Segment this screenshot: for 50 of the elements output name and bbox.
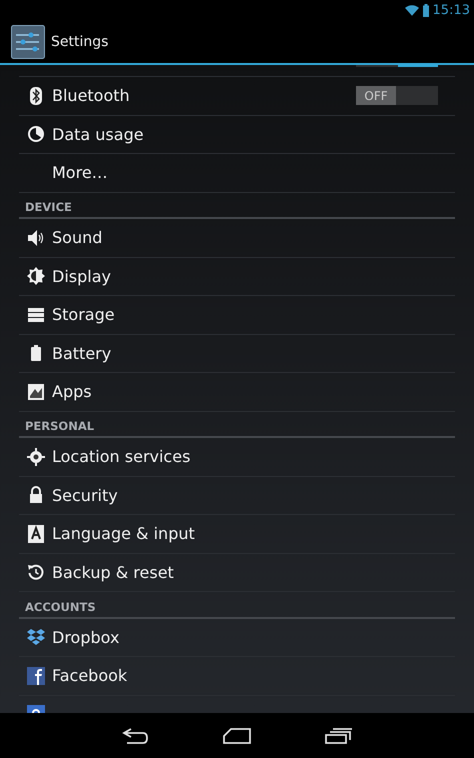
settings-item[interactable]: Apps bbox=[19, 373, 455, 412]
settings-item[interactable]: Location services bbox=[19, 438, 455, 476]
item-label: Display bbox=[52, 266, 111, 286]
item-label: Data usage bbox=[52, 124, 144, 144]
settings-item[interactable]: Dropbox bbox=[19, 618, 455, 657]
item-label: Language & input bbox=[52, 524, 195, 544]
wifi-icon bbox=[404, 4, 419, 16]
settings-item[interactable]: Backup & reset bbox=[19, 554, 455, 592]
settings-item[interactable]: Security bbox=[19, 476, 455, 515]
settings-item[interactable]: More… bbox=[19, 154, 455, 192]
back-icon[interactable] bbox=[121, 728, 149, 744]
item-label: Facebook bbox=[52, 666, 128, 686]
toggle-switch[interactable]: OFF bbox=[356, 86, 438, 106]
settings-item[interactable]: Facebook bbox=[19, 657, 455, 696]
keyboard-letter-icon bbox=[26, 524, 44, 543]
settings-sliders-icon[interactable] bbox=[11, 24, 45, 58]
section-header: DEVICE bbox=[25, 200, 72, 214]
speaker-icon bbox=[26, 228, 44, 247]
status-time: 15:13 bbox=[432, 2, 470, 18]
item-label: Apps bbox=[52, 382, 92, 402]
section-header: ACCOUNTS bbox=[25, 600, 96, 614]
item-label: Sound bbox=[52, 228, 102, 248]
battery-icon bbox=[422, 4, 429, 16]
settings-item[interactable]: Language & input bbox=[19, 515, 455, 554]
apps-icon bbox=[26, 382, 44, 401]
history-icon bbox=[26, 563, 44, 582]
item-label: Dropbox bbox=[52, 628, 120, 647]
item-label: Battery bbox=[52, 344, 112, 363]
item-label: Bluetooth bbox=[52, 86, 130, 106]
settings-item[interactable]: Sound bbox=[19, 219, 455, 258]
section-header: PERSONAL bbox=[25, 419, 94, 433]
box-icon bbox=[26, 628, 44, 646]
pie-chart-icon bbox=[26, 125, 44, 144]
brightness-icon bbox=[26, 267, 44, 286]
settings-item[interactable]: Data usage bbox=[19, 116, 455, 154]
storage-icon bbox=[26, 306, 44, 324]
settings-item[interactable]: Battery bbox=[19, 334, 455, 373]
app-title: Settings bbox=[51, 34, 108, 50]
settings-item[interactable]: Display bbox=[19, 258, 455, 296]
location-icon bbox=[26, 448, 44, 466]
settings-item[interactable]: Storage bbox=[19, 296, 455, 334]
facebook-icon bbox=[26, 666, 44, 685]
item-label: Backup & reset bbox=[52, 562, 174, 582]
home-icon[interactable] bbox=[223, 728, 251, 744]
settings-item[interactable]: Bluetooth OFF bbox=[19, 77, 455, 116]
item-label: Security bbox=[52, 486, 118, 505]
item-label: More… bbox=[52, 163, 108, 182]
item-label: Storage bbox=[52, 305, 115, 324]
item-label: Location services bbox=[52, 447, 190, 466]
recent-apps-icon[interactable] bbox=[325, 728, 353, 744]
